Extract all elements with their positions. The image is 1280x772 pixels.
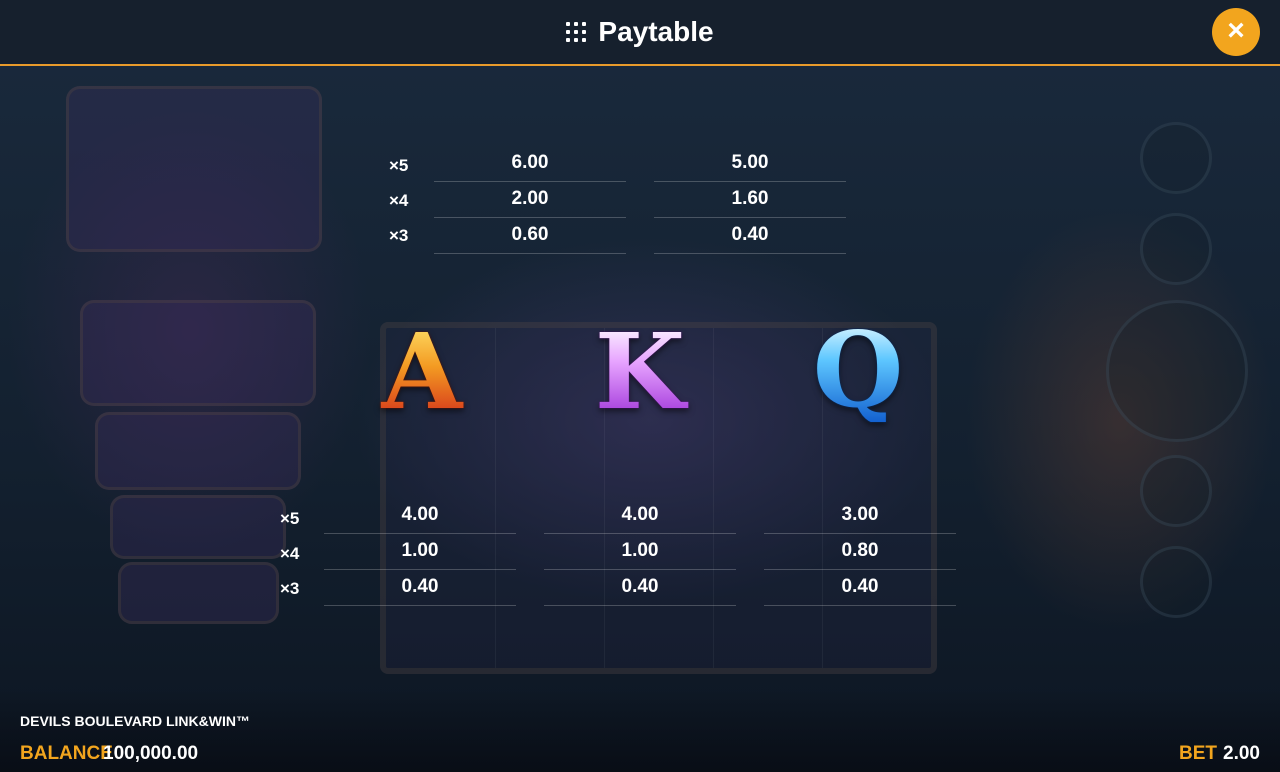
divider bbox=[324, 533, 516, 534]
bet-value: 2.00 bbox=[1223, 743, 1260, 764]
page-title: Paytable bbox=[598, 16, 714, 47]
a-payout-3: 0.40 bbox=[401, 576, 439, 597]
top-multiplier-3: ×3 bbox=[389, 226, 409, 245]
divider bbox=[544, 533, 736, 534]
a-payout-4: 1.00 bbox=[401, 540, 439, 561]
divider bbox=[544, 569, 736, 570]
green-devil-payout-4: 2.00 bbox=[511, 188, 549, 209]
menu-button-bg bbox=[1140, 546, 1212, 618]
balance-value: 100,000.00 bbox=[103, 743, 199, 764]
spin-button-bg bbox=[1106, 300, 1248, 442]
minor-jackpot-bg bbox=[110, 495, 286, 559]
symbol-k-icon: K bbox=[580, 320, 700, 424]
top-multiplier-4: ×4 bbox=[389, 191, 409, 210]
divider bbox=[764, 533, 956, 534]
k-payout-3: 0.40 bbox=[621, 576, 659, 597]
q-payout-4: 0.80 bbox=[841, 540, 879, 561]
divider bbox=[654, 217, 846, 218]
divider bbox=[764, 605, 956, 606]
major-jackpot-bg bbox=[95, 412, 301, 490]
q-payout-5: 3.00 bbox=[841, 504, 879, 525]
title-bar: Paytable bbox=[0, 15, 1280, 49]
bottom-multiplier-4: ×4 bbox=[280, 544, 300, 563]
close-icon: × bbox=[1227, 14, 1245, 47]
grid-menu-icon bbox=[566, 22, 587, 42]
blue-devil-payout-3: 0.40 bbox=[731, 224, 769, 245]
divider bbox=[544, 605, 736, 606]
symbol-a-icon: A bbox=[362, 320, 482, 424]
symbol-q-icon: Q bbox=[798, 318, 918, 422]
divider bbox=[654, 181, 846, 182]
game-name: DEVILS BOULEVARD LINK&WIN™ bbox=[20, 713, 250, 729]
divider bbox=[654, 253, 846, 254]
blue-devil-payout-5: 5.00 bbox=[731, 152, 769, 173]
q-payout-3: 0.40 bbox=[841, 576, 879, 597]
collect-panel-bg bbox=[66, 86, 322, 252]
bet-label: BET bbox=[1179, 743, 1218, 764]
paytable-header: Paytable × bbox=[0, 0, 1280, 66]
close-button[interactable]: × bbox=[1212, 8, 1260, 56]
divider bbox=[434, 253, 626, 254]
bet-display: BET 2.00 bbox=[1179, 743, 1260, 765]
divider bbox=[764, 569, 956, 570]
bet-button-bg bbox=[1140, 455, 1212, 527]
top-multiplier-5: ×5 bbox=[389, 156, 409, 175]
grand-jackpot-bg bbox=[80, 300, 316, 406]
bottom-multiplier-3: ×3 bbox=[280, 579, 300, 598]
divider bbox=[434, 217, 626, 218]
a-payout-5: 4.00 bbox=[401, 504, 439, 525]
k-payout-5: 4.00 bbox=[621, 504, 659, 525]
blue-devil-payout-4: 1.60 bbox=[731, 188, 769, 209]
divider bbox=[324, 605, 516, 606]
turbo-button-bg bbox=[1140, 122, 1212, 194]
k-payout-4: 1.00 bbox=[621, 540, 659, 561]
bottom-multiplier-5: ×5 bbox=[280, 509, 300, 528]
green-devil-payout-5: 6.00 bbox=[511, 152, 549, 173]
divider bbox=[434, 181, 626, 182]
mini-jackpot-bg bbox=[118, 562, 279, 624]
autoplay-button-bg bbox=[1140, 213, 1212, 285]
divider bbox=[324, 569, 516, 570]
balance-label: BALANCE bbox=[20, 743, 113, 764]
green-devil-payout-3: 0.60 bbox=[511, 224, 549, 245]
